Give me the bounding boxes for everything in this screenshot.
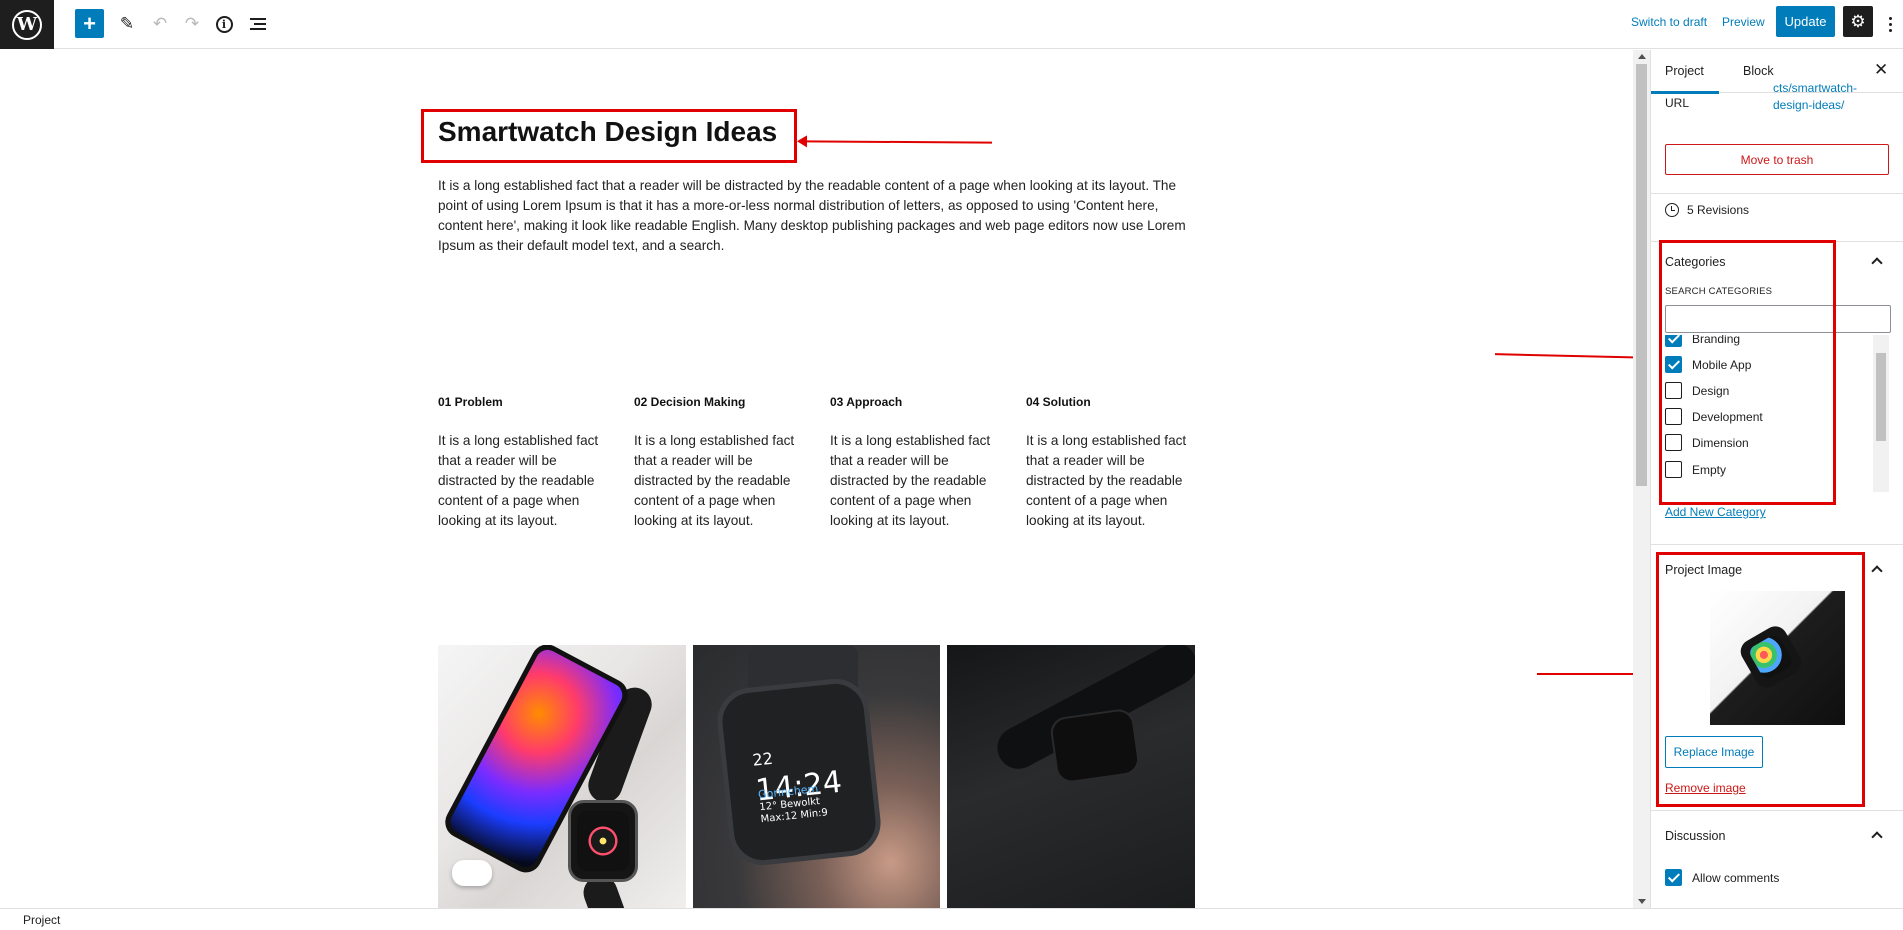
revisions-label: 5 Revisions (1687, 203, 1750, 217)
checkbox[interactable] (1665, 434, 1682, 451)
allow-comments-toggle[interactable]: Allow comments (1665, 869, 1779, 886)
annotation-arrow-title (804, 140, 993, 144)
more-options-icon[interactable] (1882, 9, 1898, 39)
category-item-empty[interactable]: Empty (1665, 461, 1726, 478)
settings-sidebar: Project Block ✕ URL cts/smartwatch-desig… (1650, 50, 1903, 908)
categories-panel-title[interactable]: Categories (1665, 255, 1725, 269)
column-heading[interactable]: 03 Approach (830, 395, 902, 409)
chevron-up-icon[interactable] (1871, 831, 1883, 843)
column-text[interactable]: It is a long established fact that a rea… (634, 431, 806, 531)
category-list: Branding Mobile App Design Development D… (1665, 335, 1891, 491)
url-label: URL (1665, 96, 1690, 110)
editor-toolbar: W + ✎ ↶ ↷ i Switch to draft Preview Upda… (0, 0, 1903, 49)
breadcrumb[interactable]: Project (23, 913, 60, 927)
annotation-arrow-categories (1494, 353, 1633, 359)
project-image-thumbnail[interactable] (1710, 591, 1845, 725)
post-title[interactable]: Smartwatch Design Ideas (438, 116, 777, 148)
annotation-arrow-project-image (1537, 673, 1633, 675)
checkbox[interactable] (1665, 335, 1682, 347)
gallery-image-phone-watch[interactable] (438, 645, 686, 908)
gallery-image-black-watch[interactable] (947, 645, 1195, 908)
undo-icon[interactable]: ↶ (145, 9, 175, 39)
revisions-link[interactable]: 5 Revisions (1665, 203, 1749, 217)
editor-canvas: Smartwatch Design Ideas It is a long est… (0, 50, 1633, 908)
discussion-panel-title[interactable]: Discussion (1665, 829, 1725, 843)
details-info-icon[interactable]: i (209, 9, 239, 39)
block-breadcrumb-bar: Project (0, 908, 1903, 930)
tab-block[interactable]: Block (1743, 64, 1774, 78)
category-item-design[interactable]: Design (1665, 382, 1729, 399)
category-item-mobile-app[interactable]: Mobile App (1665, 356, 1751, 373)
switch-to-draft-link[interactable]: Switch to draft (1631, 15, 1707, 29)
intro-paragraph[interactable]: It is a long established fact that a rea… (438, 176, 1198, 256)
column-heading[interactable]: 04 Solution (1026, 395, 1091, 409)
project-image-panel-title[interactable]: Project Image (1665, 563, 1742, 577)
category-item-development[interactable]: Development (1665, 408, 1763, 425)
list-view-icon[interactable] (243, 9, 273, 39)
update-button[interactable]: Update (1776, 6, 1835, 37)
category-item-dimension[interactable]: Dimension (1665, 434, 1749, 451)
add-new-category-link[interactable]: Add New Category (1665, 505, 1766, 519)
add-block-button[interactable]: + (75, 9, 104, 38)
checkbox[interactable] (1665, 869, 1682, 886)
search-categories-input[interactable] (1665, 305, 1891, 333)
editor-scrollbar[interactable] (1633, 50, 1650, 908)
settings-gear-icon[interactable]: ⚙ (1843, 6, 1873, 37)
redo-icon[interactable]: ↷ (177, 9, 207, 39)
close-icon[interactable]: ✕ (1874, 60, 1888, 80)
preview-link[interactable]: Preview (1722, 15, 1765, 29)
remove-image-link[interactable]: Remove image (1665, 781, 1746, 795)
checkbox[interactable] (1665, 382, 1682, 399)
edit-pencil-icon[interactable]: ✎ (112, 9, 142, 39)
tab-project[interactable]: Project (1651, 64, 1719, 94)
checkbox[interactable] (1665, 356, 1682, 373)
column-heading[interactable]: 02 Decision Making (634, 395, 745, 409)
column-text[interactable]: It is a long established fact that a rea… (830, 431, 1002, 531)
permalink-link[interactable]: cts/smartwatch-design-ideas/ (1773, 80, 1891, 114)
column-text[interactable]: It is a long established fact that a rea… (1026, 431, 1198, 531)
replace-image-button[interactable]: Replace Image (1665, 736, 1763, 768)
column-text[interactable]: It is a long established fact that a rea… (438, 431, 610, 531)
chevron-up-icon[interactable] (1871, 565, 1883, 577)
column-heading[interactable]: 01 Problem (438, 395, 503, 409)
chevron-up-icon[interactable] (1871, 257, 1883, 269)
search-categories-label: SEARCH CATEGORIES (1665, 286, 1773, 297)
checkbox[interactable] (1665, 408, 1682, 425)
gallery-image-watch-wrist[interactable]: 22 14:24 Gorinchem 12° Bewolkt Max:12 Min… (693, 645, 940, 908)
revisions-clock-icon (1665, 203, 1679, 217)
checkbox[interactable] (1665, 461, 1682, 478)
move-to-trash-button[interactable]: Move to trash (1665, 144, 1889, 175)
category-scrollbar[interactable] (1873, 335, 1889, 492)
wordpress-logo-icon[interactable]: W (0, 0, 54, 49)
category-item-branding[interactable]: Branding (1665, 335, 1740, 347)
